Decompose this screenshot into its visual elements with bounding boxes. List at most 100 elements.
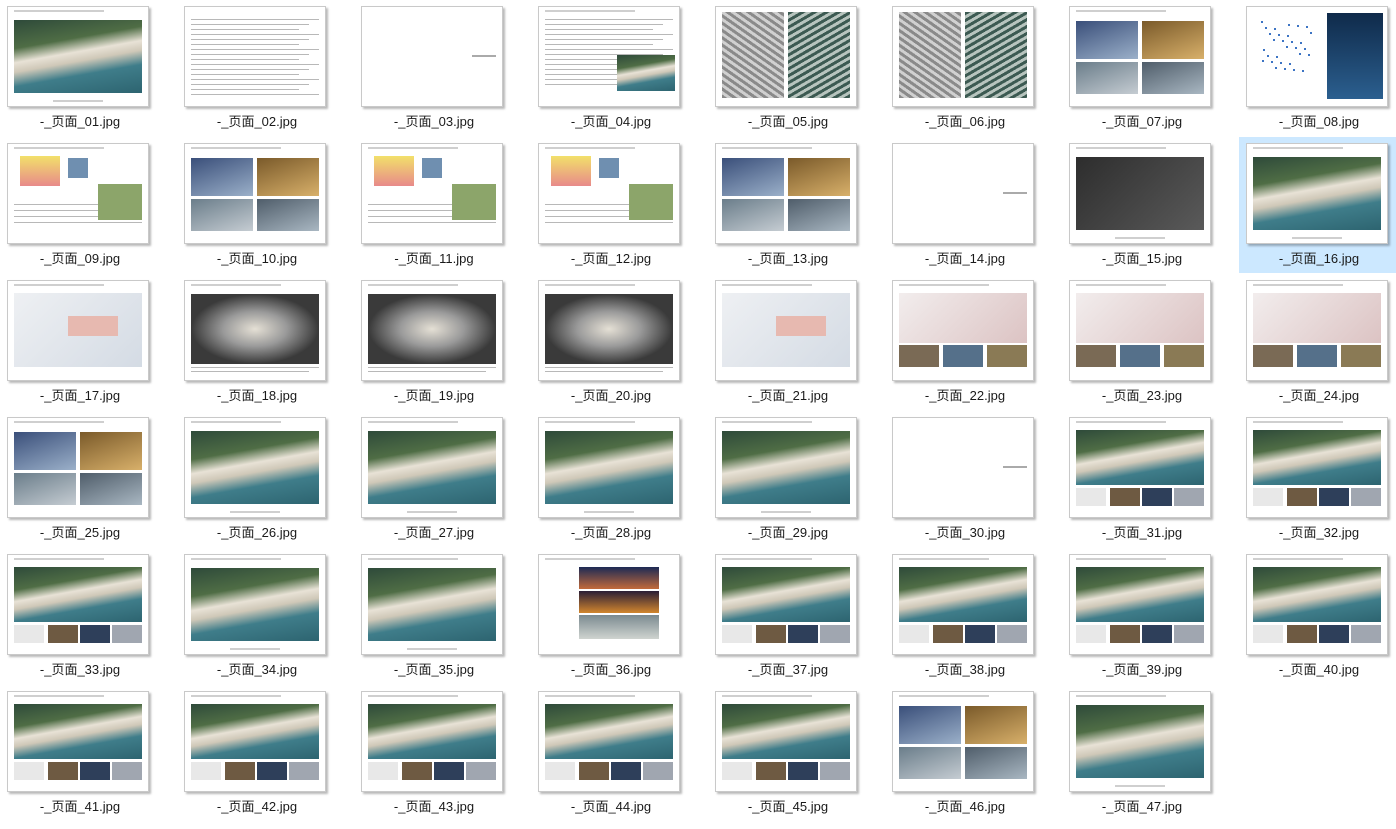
file-name-label[interactable]: -_页面_33.jpg (0, 659, 160, 678)
file-item[interactable]: -_页面_30.jpg (885, 411, 1061, 547)
file-name-label[interactable]: -_页面_14.jpg (885, 248, 1045, 267)
file-thumbnail[interactable] (715, 143, 857, 244)
file-name-label[interactable]: -_页面_22.jpg (885, 385, 1045, 404)
file-item[interactable]: -_页面_06.jpg (885, 0, 1061, 136)
file-thumbnail[interactable] (1069, 6, 1211, 107)
file-item[interactable]: -_页面_19.jpg (354, 274, 530, 410)
file-item[interactable]: -_页面_25.jpg (0, 411, 176, 547)
file-name-label[interactable]: -_页面_16.jpg (1239, 248, 1396, 267)
file-name-label[interactable]: -_页面_31.jpg (1062, 522, 1222, 541)
file-name-label[interactable]: -_页面_11.jpg (354, 248, 514, 267)
file-name-label[interactable]: -_页面_05.jpg (708, 111, 868, 130)
file-name-label[interactable]: -_页面_18.jpg (177, 385, 337, 404)
file-item[interactable]: -_页面_14.jpg (885, 137, 1061, 273)
file-thumbnail[interactable] (1069, 143, 1211, 244)
file-item[interactable]: -_页面_09.jpg (0, 137, 176, 273)
file-item[interactable]: -_页面_42.jpg (177, 685, 353, 821)
file-item[interactable]: -_页面_20.jpg (531, 274, 707, 410)
file-name-label[interactable]: -_页面_27.jpg (354, 522, 514, 541)
file-item[interactable]: -_页面_47.jpg (1062, 685, 1238, 821)
file-item[interactable]: -_页面_29.jpg (708, 411, 884, 547)
file-item[interactable]: -_页面_37.jpg (708, 548, 884, 684)
file-thumbnail[interactable] (892, 691, 1034, 792)
file-item[interactable]: -_页面_17.jpg (0, 274, 176, 410)
file-thumbnail[interactable] (184, 554, 326, 655)
file-thumbnail[interactable] (1246, 6, 1388, 107)
file-name-label[interactable]: -_页面_40.jpg (1239, 659, 1396, 678)
file-name-label[interactable]: -_页面_13.jpg (708, 248, 868, 267)
file-item[interactable]: -_页面_45.jpg (708, 685, 884, 821)
file-item[interactable]: -_页面_35.jpg (354, 548, 530, 684)
file-name-label[interactable]: -_页面_35.jpg (354, 659, 514, 678)
file-thumbnail[interactable] (1069, 691, 1211, 792)
file-item[interactable]: -_页面_43.jpg (354, 685, 530, 821)
file-name-label[interactable]: -_页面_20.jpg (531, 385, 691, 404)
file-thumbnail[interactable] (1246, 280, 1388, 381)
file-item[interactable]: -_页面_22.jpg (885, 274, 1061, 410)
file-name-label[interactable]: -_页面_38.jpg (885, 659, 1045, 678)
file-name-label[interactable]: -_页面_34.jpg (177, 659, 337, 678)
file-item[interactable]: -_页面_36.jpg (531, 548, 707, 684)
file-item[interactable]: -_页面_41.jpg (0, 685, 176, 821)
file-thumbnail[interactable] (1069, 280, 1211, 381)
file-name-label[interactable]: -_页面_41.jpg (0, 796, 160, 815)
file-name-label[interactable]: -_页面_39.jpg (1062, 659, 1222, 678)
file-thumbnail[interactable] (361, 691, 503, 792)
file-item[interactable]: -_页面_32.jpg (1239, 411, 1396, 547)
file-name-label[interactable]: -_页面_37.jpg (708, 659, 868, 678)
file-thumbnail[interactable] (361, 280, 503, 381)
file-name-label[interactable]: -_页面_04.jpg (531, 111, 691, 130)
file-thumbnail[interactable] (7, 143, 149, 244)
file-item[interactable]: -_页面_33.jpg (0, 548, 176, 684)
file-thumbnail[interactable] (361, 6, 503, 107)
file-name-label[interactable]: -_页面_42.jpg (177, 796, 337, 815)
file-thumbnail[interactable] (184, 691, 326, 792)
file-name-label[interactable]: -_页面_06.jpg (885, 111, 1045, 130)
file-thumbnail[interactable] (184, 143, 326, 244)
file-thumbnail[interactable] (184, 6, 326, 107)
file-item[interactable]: -_页面_11.jpg (354, 137, 530, 273)
file-thumbnail[interactable] (538, 417, 680, 518)
file-thumbnail[interactable] (361, 554, 503, 655)
file-name-label[interactable]: -_页面_47.jpg (1062, 796, 1222, 815)
file-thumbnail[interactable] (1069, 417, 1211, 518)
file-thumbnail[interactable] (538, 143, 680, 244)
file-item[interactable]: -_页面_08.jpg (1239, 0, 1396, 136)
file-item[interactable]: -_页面_12.jpg (531, 137, 707, 273)
file-name-label[interactable]: -_页面_09.jpg (0, 248, 160, 267)
file-item[interactable]: -_页面_38.jpg (885, 548, 1061, 684)
file-item[interactable]: -_页面_39.jpg (1062, 548, 1238, 684)
file-item[interactable]: -_页面_46.jpg (885, 685, 1061, 821)
file-item[interactable]: -_页面_26.jpg (177, 411, 353, 547)
file-item[interactable]: -_页面_07.jpg (1062, 0, 1238, 136)
file-name-label[interactable]: -_页面_32.jpg (1239, 522, 1396, 541)
file-name-label[interactable]: -_页面_30.jpg (885, 522, 1045, 541)
file-name-label[interactable]: -_页面_24.jpg (1239, 385, 1396, 404)
file-name-label[interactable]: -_页面_46.jpg (885, 796, 1045, 815)
file-thumbnail[interactable] (7, 280, 149, 381)
file-thumbnail[interactable] (1246, 554, 1388, 655)
file-item[interactable]: -_页面_44.jpg (531, 685, 707, 821)
file-name-label[interactable]: -_页面_03.jpg (354, 111, 514, 130)
file-thumbnail[interactable] (1246, 417, 1388, 518)
file-item[interactable]: -_页面_16.jpg (1239, 137, 1396, 273)
file-name-label[interactable]: -_页面_07.jpg (1062, 111, 1222, 130)
file-name-label[interactable]: -_页面_08.jpg (1239, 111, 1396, 130)
file-thumbnail[interactable] (715, 417, 857, 518)
file-thumbnail[interactable] (715, 6, 857, 107)
file-name-label[interactable]: -_页面_26.jpg (177, 522, 337, 541)
file-thumbnail[interactable] (184, 417, 326, 518)
file-name-label[interactable]: -_页面_12.jpg (531, 248, 691, 267)
file-thumbnail[interactable] (7, 6, 149, 107)
file-name-label[interactable]: -_页面_45.jpg (708, 796, 868, 815)
file-item[interactable]: -_页面_18.jpg (177, 274, 353, 410)
file-thumbnail[interactable] (892, 6, 1034, 107)
file-item[interactable]: -_页面_34.jpg (177, 548, 353, 684)
file-item[interactable]: -_页面_05.jpg (708, 0, 884, 136)
file-thumbnail[interactable] (7, 417, 149, 518)
file-thumbnail[interactable] (715, 691, 857, 792)
file-item[interactable]: -_页面_40.jpg (1239, 548, 1396, 684)
file-name-label[interactable]: -_页面_28.jpg (531, 522, 691, 541)
file-item[interactable]: -_页面_23.jpg (1062, 274, 1238, 410)
file-thumbnail[interactable] (7, 691, 149, 792)
